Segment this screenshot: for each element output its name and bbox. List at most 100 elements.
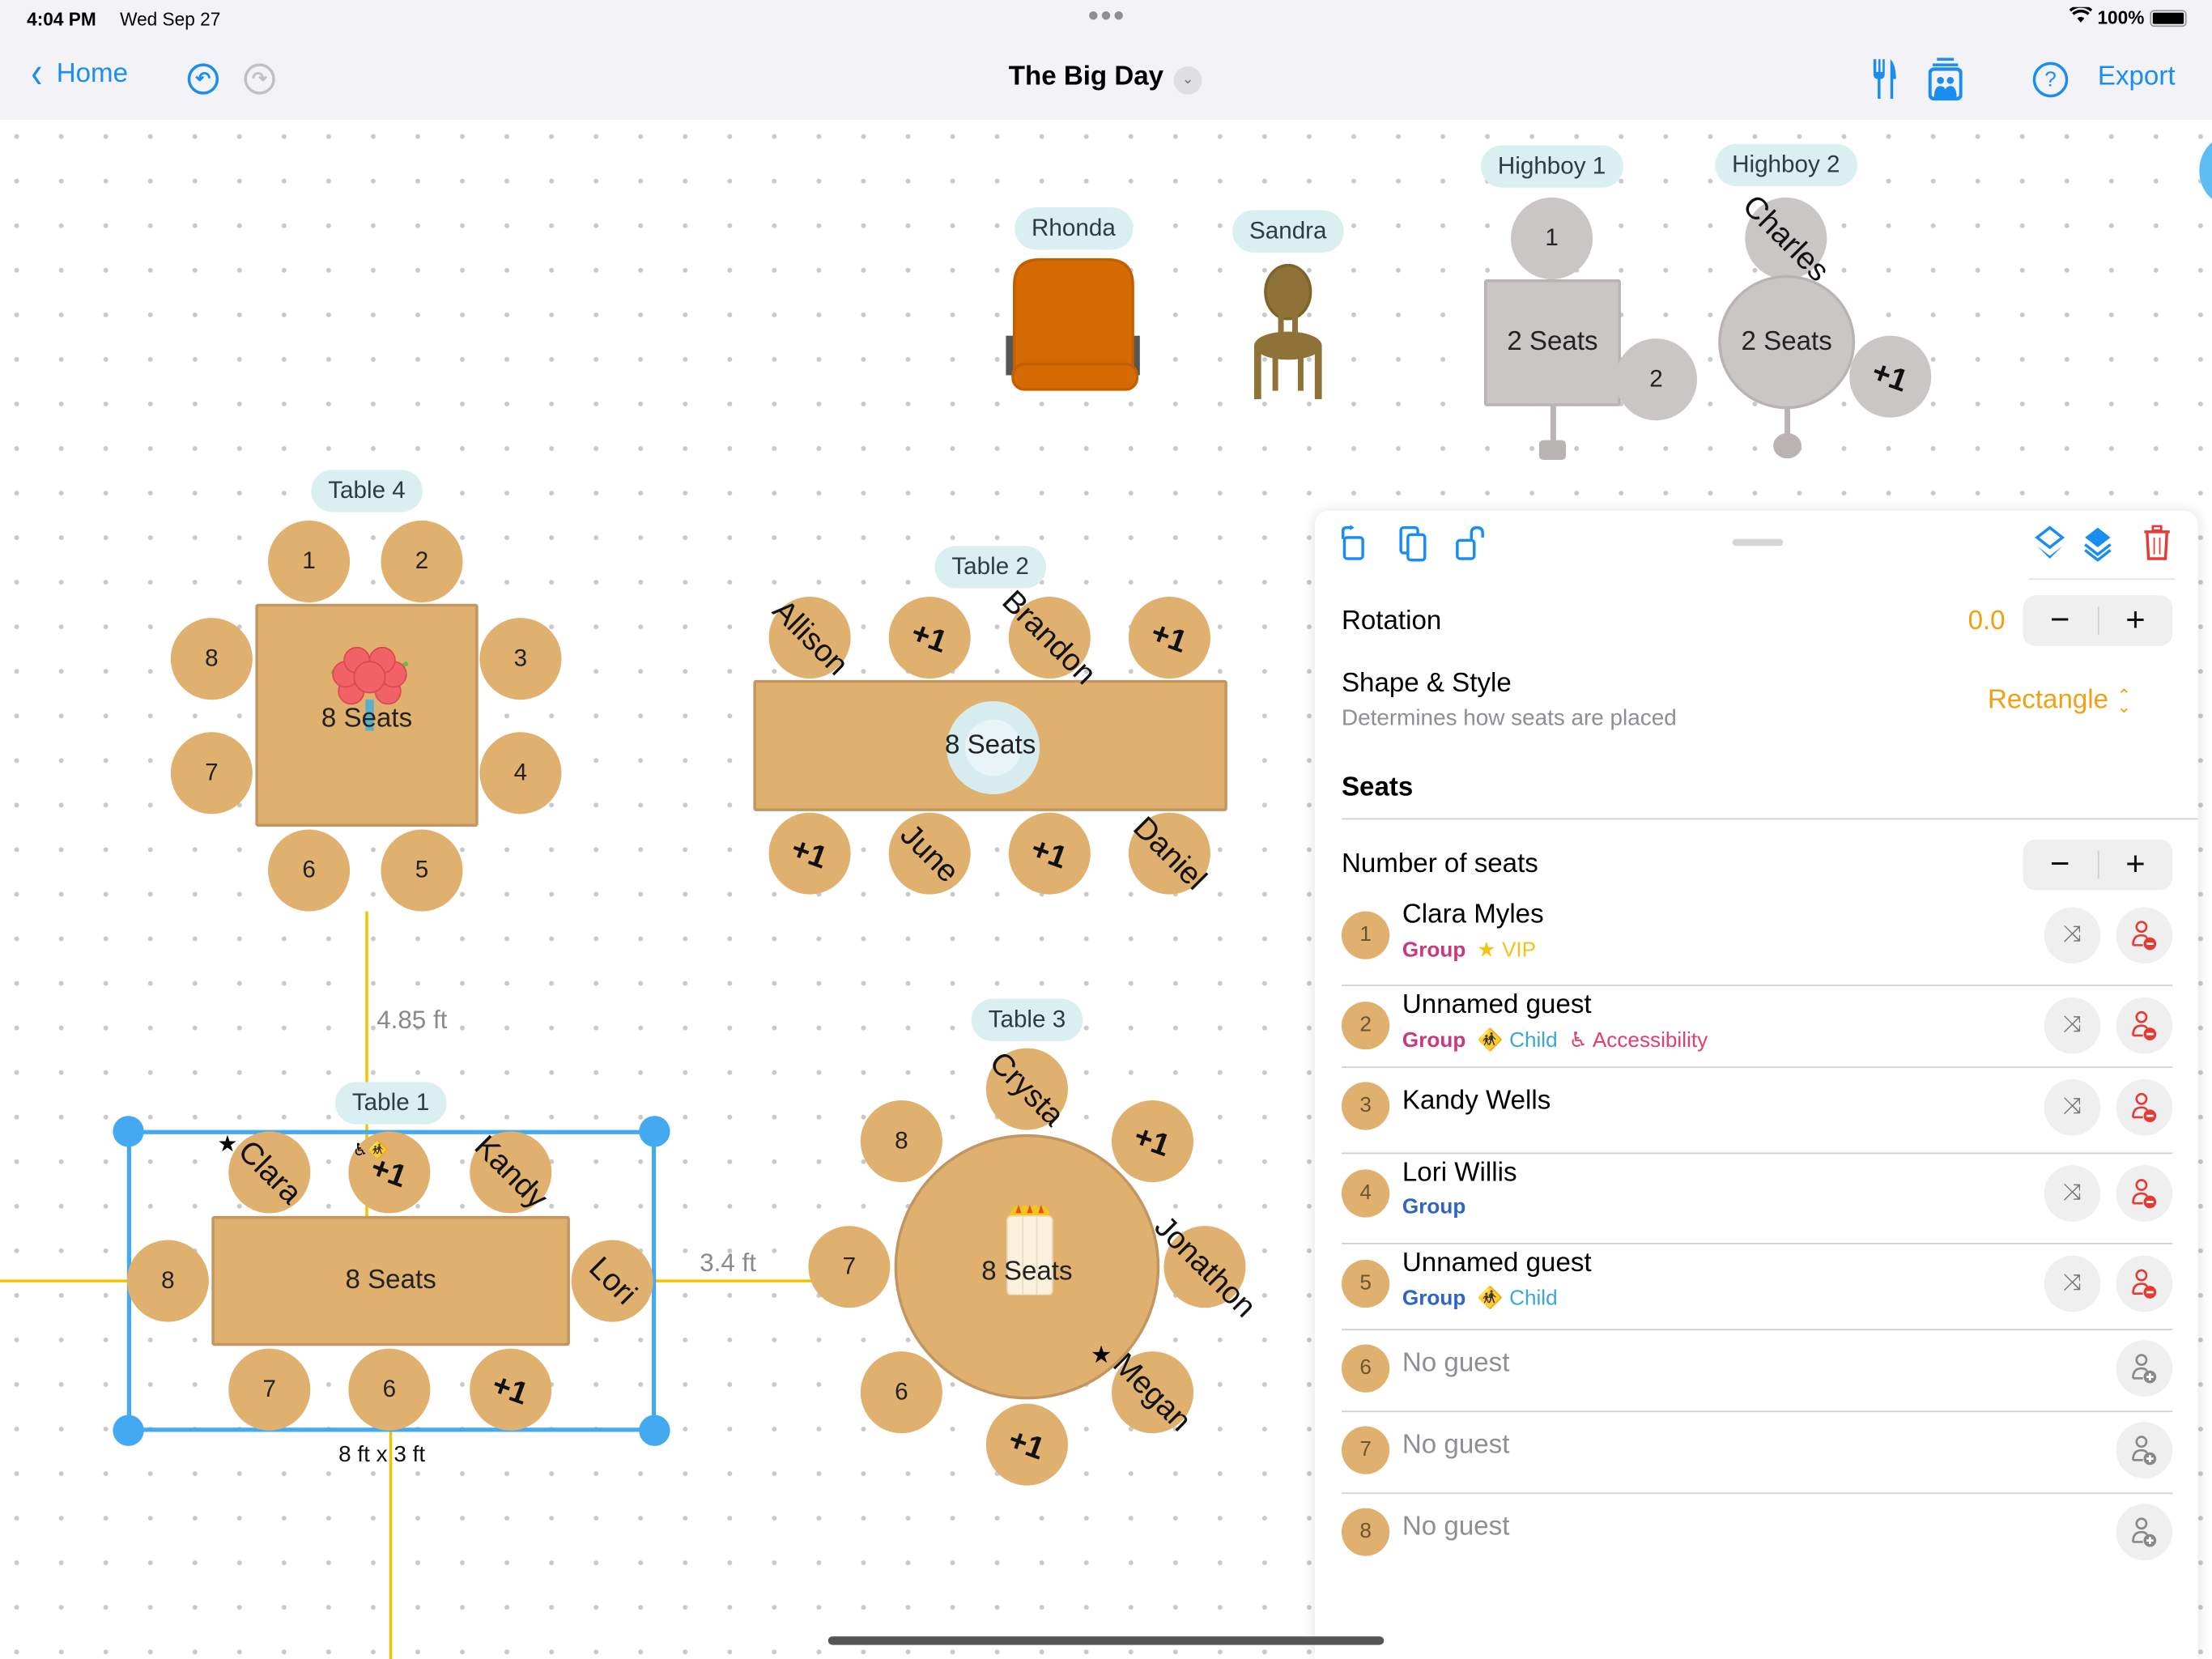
duplicate-icon[interactable]	[1393, 525, 1430, 562]
table-2-seat-plus1[interactable]: +1	[888, 597, 971, 679]
export-button[interactable]: Export	[2098, 62, 2176, 93]
table-2-seat-plus1[interactable]: +1	[1128, 597, 1210, 679]
table-2-seat-allison[interactable]: Allison	[765, 593, 855, 683]
shuffle-icon[interactable]: ⤨	[2044, 1165, 2101, 1222]
guest-row[interactable]: 6 No guest	[1341, 1338, 2174, 1417]
table-4-seat-4[interactable]: 4	[479, 732, 562, 815]
highboy-2-seat-1[interactable]: Charles	[1736, 188, 1836, 288]
guest-row[interactable]: 4 Lori Willis Group ⤨	[1341, 1158, 2174, 1240]
guest-row[interactable]: 2 Unnamed guest Group 🚸 Child ♿︎ Accessibili…	[1341, 990, 2174, 1073]
table-4-seat-8[interactable]: 8	[170, 618, 253, 700]
table-4-seat-3[interactable]: 3	[479, 618, 562, 700]
table-3-seat-plus1[interactable]: +1	[1111, 1100, 1194, 1183]
seats-increment-button[interactable]: +	[2099, 840, 2172, 891]
add-guest-icon[interactable]	[2116, 1340, 2173, 1397]
remove-guest-icon[interactable]	[2116, 1165, 2173, 1222]
table-3-seat-jonathon[interactable]: Jonathon	[1147, 1209, 1262, 1324]
table-1-seat-8[interactable]: 8	[126, 1240, 209, 1322]
table-2[interactable]: 8 Seats	[753, 679, 1227, 811]
armchair-icon[interactable]	[1006, 257, 1141, 399]
chair-label-sandra[interactable]: Sandra	[1232, 210, 1344, 253]
highboy-1-label[interactable]: Highboy 1	[1480, 145, 1623, 188]
table-3-seat-8[interactable]: 8	[860, 1100, 942, 1183]
help-icon[interactable]: ?	[2032, 62, 2069, 98]
table-1-seat-7[interactable]: 7	[228, 1348, 311, 1431]
fork-knife-icon[interactable]	[1870, 57, 1899, 108]
panel-grabber[interactable]	[1732, 538, 1784, 547]
redo-icon[interactable]: ↷	[244, 63, 275, 95]
guest-row[interactable]: 7 No guest	[1341, 1419, 2174, 1499]
highboy-1-seat-1[interactable]: 1	[1511, 197, 1593, 279]
remove-guest-icon[interactable]	[2116, 997, 2173, 1054]
guest-row[interactable]: 3 Kandy Wells ⤨	[1341, 1075, 2174, 1155]
trash-icon[interactable]	[2138, 525, 2175, 561]
table-1-seat-kandy[interactable]: Kandy	[468, 1128, 555, 1215]
remove-guest-icon[interactable]	[2116, 907, 2173, 964]
seating-chart-icon[interactable]	[1928, 57, 1963, 108]
table-4-seat-1[interactable]: 1	[268, 520, 351, 602]
table-2-label[interactable]: Table 2	[934, 546, 1046, 589]
bring-forward-icon[interactable]	[2079, 525, 2116, 562]
table-2-seat-daniel[interactable]: Daniel	[1126, 810, 1214, 897]
table-1-seat-plus1[interactable]: +1	[470, 1348, 552, 1431]
add-guest-icon[interactable]	[2116, 1504, 2173, 1561]
home-back-button[interactable]: ‹ Home	[31, 52, 128, 96]
resize-handle-bottom-right[interactable]	[639, 1414, 670, 1446]
highboy-1-table[interactable]: 2 Seats	[1483, 279, 1621, 406]
table-3-seat-7[interactable]: 7	[808, 1226, 891, 1308]
table-3-seat-megan[interactable]: Megan	[1107, 1346, 1199, 1438]
guest-row[interactable]: 1 Clara Myles Group ★ VIP ⤨	[1341, 900, 2174, 982]
shuffle-icon[interactable]: ⤨	[2044, 907, 2101, 964]
table-1-seat-6[interactable]: 6	[348, 1348, 431, 1431]
remove-guest-icon[interactable]	[2116, 1255, 2173, 1312]
table-4-seat-7[interactable]: 7	[170, 732, 253, 815]
horizontal-scrollbar[interactable]	[827, 1636, 1385, 1645]
table-3-seat-6[interactable]: 6	[860, 1351, 942, 1434]
table-4[interactable]: 8 Seats	[255, 603, 479, 827]
table-4-seat-2[interactable]: 2	[381, 520, 463, 602]
edge-panel-handle[interactable]	[2199, 137, 2212, 205]
rotation-decrement-button[interactable]: −	[2023, 595, 2097, 646]
shuffle-icon[interactable]: ⤨	[2044, 1255, 2101, 1312]
table-3-label[interactable]: Table 3	[971, 998, 1083, 1041]
highboy-2-label[interactable]: Highboy 2	[1715, 143, 1857, 186]
table-1-label[interactable]: Table 1	[334, 1082, 447, 1125]
highboy-2-seat-2[interactable]: +1	[1849, 335, 1932, 418]
table-2-seat-plus1[interactable]: +1	[768, 812, 851, 895]
unlock-icon[interactable]	[1453, 525, 1490, 561]
undo-icon[interactable]: ↶	[187, 63, 219, 95]
highboy-2-table[interactable]: 2 Seats	[1718, 274, 1856, 410]
guest-row[interactable]: 8 No guest	[1341, 1501, 2174, 1580]
dining-chair-icon[interactable]	[1251, 263, 1325, 406]
table-1[interactable]: 8 Seats	[211, 1215, 570, 1346]
remove-guest-icon[interactable]	[2116, 1078, 2173, 1136]
add-guest-icon[interactable]	[2116, 1422, 2173, 1478]
table-3[interactable]: 8 Seats	[894, 1134, 1160, 1400]
table-3-seat-crysta[interactable]: Crysta	[983, 1044, 1071, 1133]
resize-handle-bottom-left[interactable]	[113, 1414, 144, 1446]
guest-row[interactable]: 5 Unnamed guest Group 🚸 Child ⤨	[1341, 1249, 2174, 1330]
title-chevron-down-icon[interactable]: ⌄	[1173, 66, 1202, 95]
document-title[interactable]: The Big Day	[1009, 62, 1163, 93]
table-1-seat-clara[interactable]: Clara	[228, 1131, 311, 1214]
shape-select[interactable]: Rectangle ⌃ ⌄	[1988, 686, 2131, 717]
rotation-increment-button[interactable]: +	[2099, 595, 2172, 646]
table-2-seat-plus1[interactable]: +1	[1008, 812, 1091, 895]
table-4-seat-6[interactable]: 6	[268, 829, 351, 912]
rotate-icon[interactable]	[1334, 525, 1371, 561]
table-2-seat-june[interactable]: June	[888, 812, 971, 895]
highboy-1-seat-2[interactable]: 2	[1614, 338, 1698, 421]
table-4-label[interactable]: Table 4	[311, 470, 423, 513]
shuffle-icon[interactable]: ⤨	[2044, 997, 2101, 1054]
send-backward-icon[interactable]	[2031, 525, 2068, 561]
table-3-seat-plus1[interactable]: +1	[985, 1403, 1068, 1486]
seats-decrement-button[interactable]: −	[2023, 840, 2097, 891]
resize-handle-top-right[interactable]	[639, 1116, 670, 1147]
table-4-seat-5[interactable]: 5	[381, 829, 463, 912]
chair-label-rhonda[interactable]: Rhonda	[1015, 207, 1133, 250]
multitasking-dots-icon[interactable]	[1089, 11, 1127, 20]
table-2-seat-brandon[interactable]: Brandon	[996, 583, 1104, 691]
table-1-seat-lori[interactable]: Lori	[571, 1240, 653, 1322]
shuffle-icon[interactable]: ⤨	[2044, 1078, 2101, 1136]
resize-handle-top-left[interactable]	[113, 1116, 144, 1147]
